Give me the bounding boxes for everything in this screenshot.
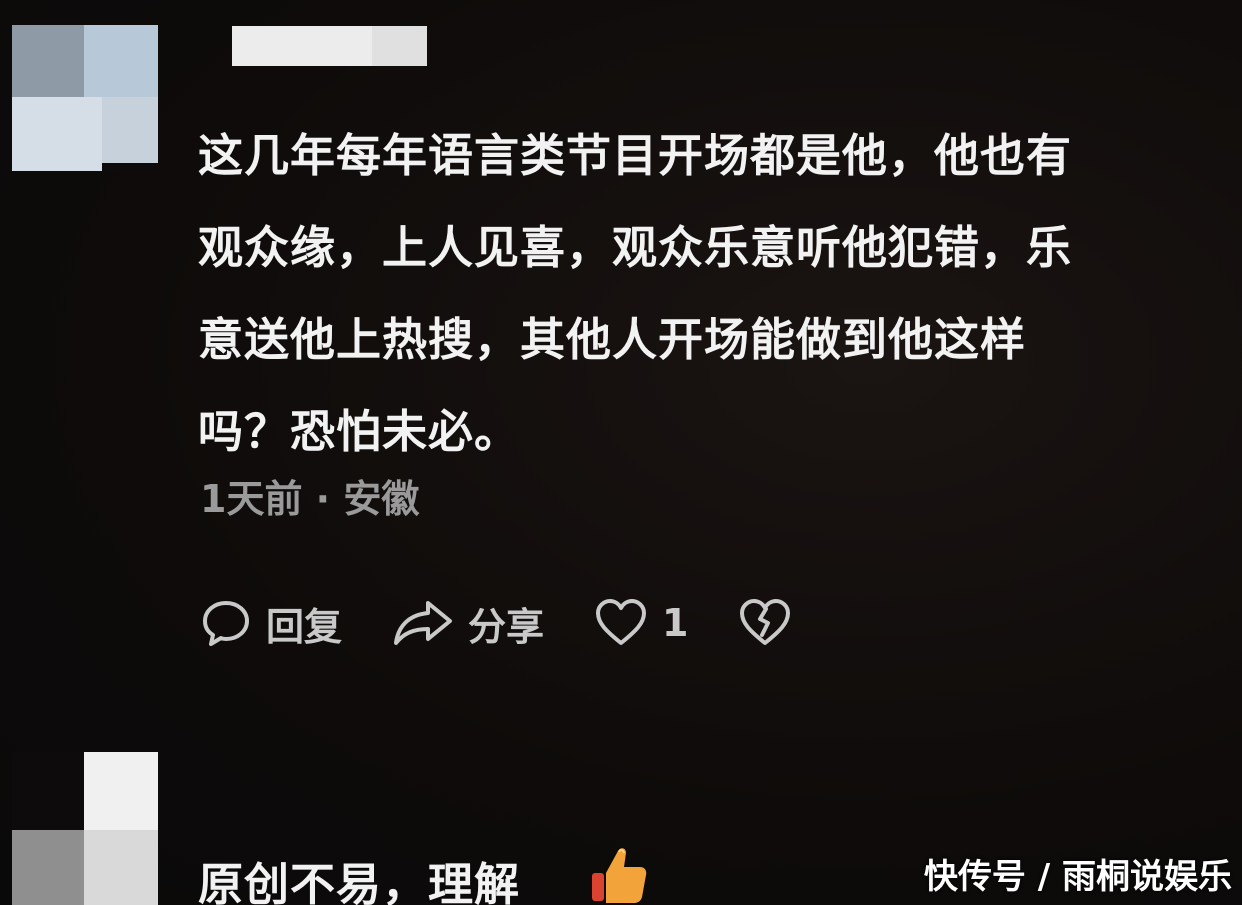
thumbs-up-icon: [590, 843, 648, 905]
share-arrow-icon: [392, 597, 454, 649]
comment-line: 吗？恐怕未必。: [198, 405, 521, 458]
like-button[interactable]: 1: [594, 597, 688, 649]
avatar[interactable]: [12, 25, 158, 171]
avatar-block: [102, 97, 158, 163]
avatar-block: [84, 752, 158, 830]
avatar-block: [102, 163, 158, 171]
broken-heart-icon: [738, 597, 792, 649]
avatar-block: [12, 25, 84, 97]
username-redacted-shade: [372, 26, 427, 66]
heart-icon: [594, 597, 648, 649]
comment-line: 观众缘，上人见喜，观众乐意听他犯错，乐: [198, 221, 1073, 274]
reply-label: 回复: [266, 604, 343, 649]
comment-body: 原创不易，理解: [198, 858, 521, 905]
share-button[interactable]: 分享: [392, 596, 544, 651]
username-redacted[interactable]: [232, 26, 427, 66]
dislike-button[interactable]: [738, 597, 792, 649]
avatar-block: [12, 830, 84, 905]
comment-line: 意送他上热搜，其他人开场能做到他这样: [198, 313, 1027, 366]
comment-body: 这几年每年语言类节目开场都是他，他也有 观众缘，上人见喜，观众乐意听他犯错，乐 …: [198, 110, 1218, 478]
avatar-block: [12, 752, 84, 830]
avatar-block: [84, 830, 158, 905]
avatar[interactable]: [12, 752, 158, 905]
like-count: 1: [662, 601, 689, 645]
reply-button[interactable]: 回复: [200, 596, 342, 651]
avatar-block: [12, 97, 102, 171]
comment-bubble-icon: [200, 597, 252, 649]
comment-meta: 1天前 · 安徽: [200, 477, 420, 521]
comment-line: 这几年每年语言类节目开场都是他，他也有: [198, 129, 1073, 182]
comment-item: 这几年每年语言类节目开场都是他，他也有 观众缘，上人见喜，观众乐意听他犯错，乐 …: [0, 0, 1242, 720]
comment-actions: 回复 分享 1: [200, 595, 842, 651]
watermark: 快传号 / 雨桐说娱乐: [923, 857, 1232, 897]
share-label: 分享: [468, 604, 545, 649]
avatar-block: [84, 25, 158, 97]
